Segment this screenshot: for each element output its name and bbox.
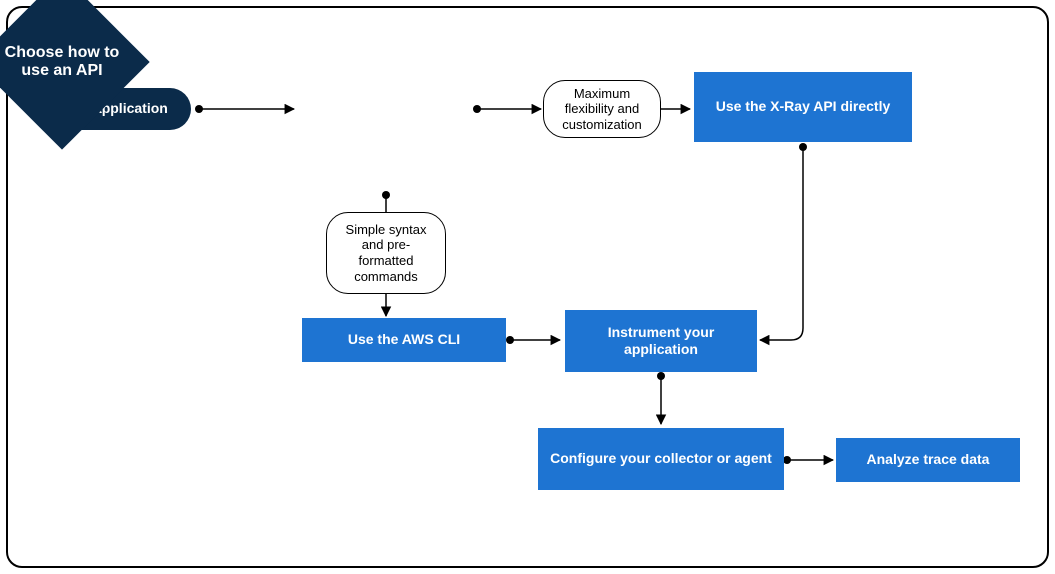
node-decision-label: Choose how to use an API	[0, 44, 124, 80]
edge-label-max-flexibility: Maximum flexibility and customization	[543, 80, 661, 138]
node-instrument-application: Instrument your application	[565, 310, 757, 372]
node-configure-collector: Configure your collector or agent	[538, 428, 784, 490]
node-use-aws-cli: Use the AWS CLI	[302, 318, 506, 362]
node-use-xray-api: Use the X-Ray API directly	[694, 72, 912, 142]
edge-label-simple-syntax: Simple syntax and pre-formatted commands	[326, 212, 446, 294]
node-analyze-trace-data: Analyze trace data	[836, 438, 1020, 482]
